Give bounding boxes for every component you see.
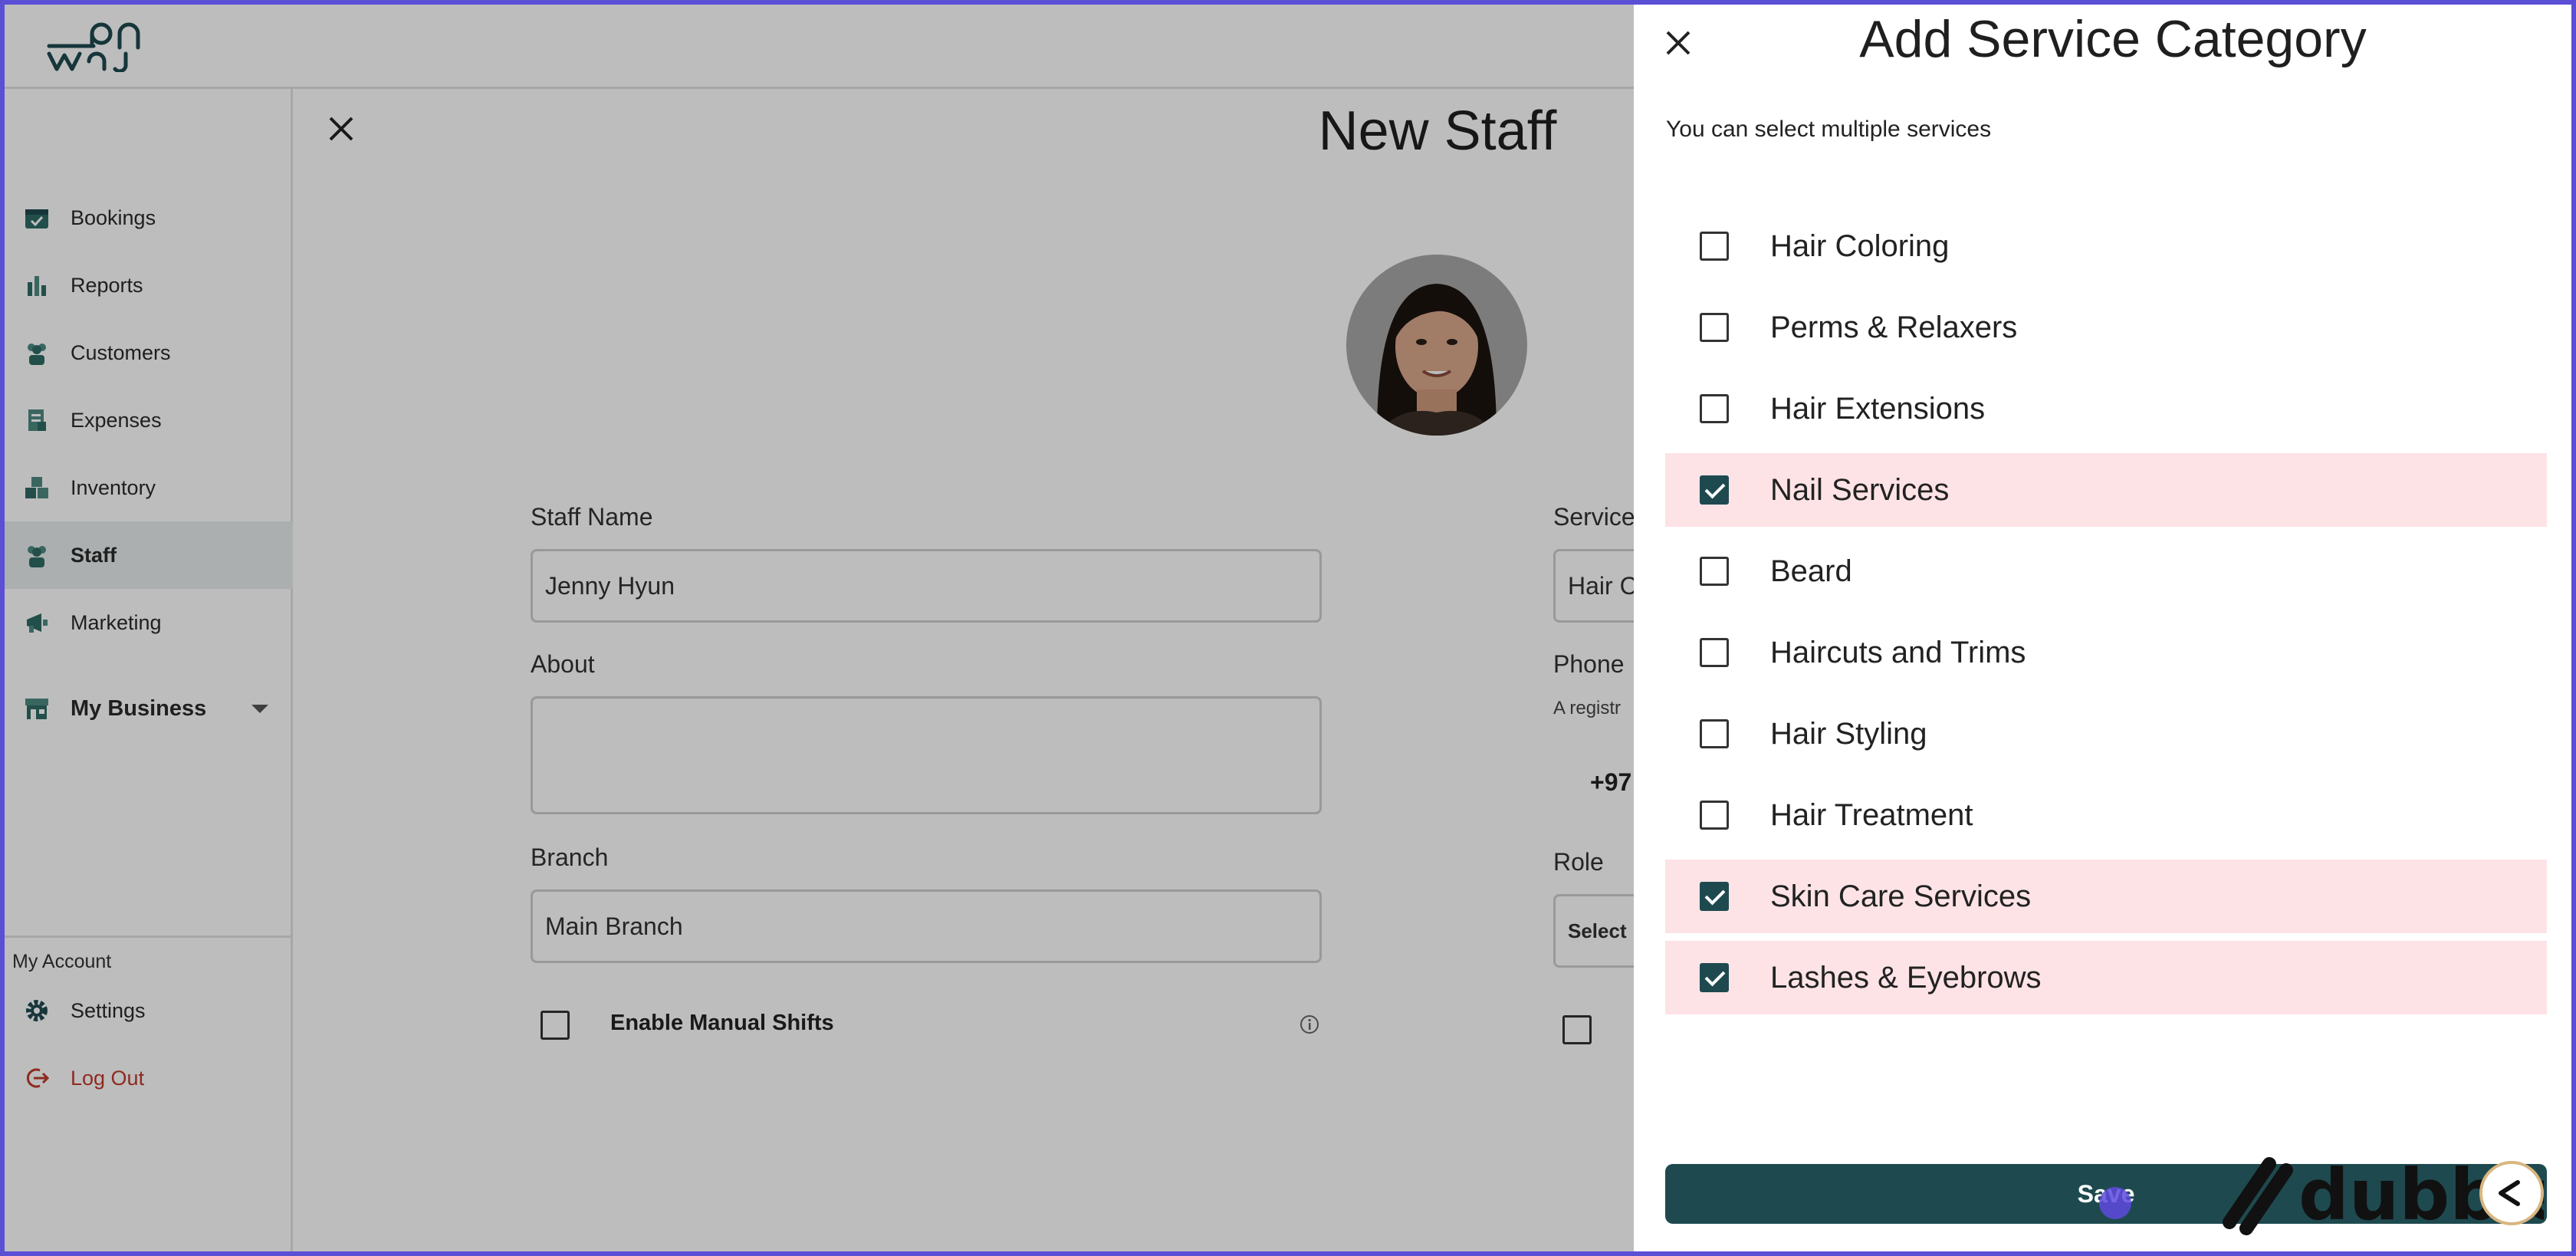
option-label: Perms & Relaxers: [1770, 310, 2018, 344]
option-checkbox-checked[interactable]: [1700, 475, 1729, 505]
option-checkbox[interactable]: [1700, 557, 1729, 586]
modal-overlay[interactable]: [0, 0, 1634, 1256]
option-checkbox[interactable]: [1700, 638, 1729, 667]
option-label: Hair Treatment: [1770, 797, 1973, 832]
option-checkbox-checked[interactable]: [1700, 882, 1729, 911]
option-checkbox[interactable]: [1700, 313, 1729, 342]
option-label: Hair Styling: [1770, 716, 1927, 751]
drawer-title: Add Service Category: [1859, 10, 2367, 68]
mouse-cursor: [2099, 1187, 2131, 1219]
option-label: Beard: [1770, 554, 1852, 588]
option-checkbox[interactable]: [1700, 719, 1729, 748]
option-label: Nail Services: [1770, 472, 1950, 507]
option-label: Lashes & Eyebrows: [1770, 960, 2042, 995]
dubble-watermark: dubble: [2223, 1154, 2544, 1236]
option-checkbox[interactable]: [1700, 394, 1729, 423]
option-checkbox-checked[interactable]: [1700, 963, 1729, 992]
service-option[interactable]: Hair Extensions: [1665, 372, 2547, 446]
option-label: Hair Extensions: [1770, 391, 1986, 426]
option-label: Haircuts and Trims: [1770, 635, 2026, 669]
service-option[interactable]: Hair Coloring: [1665, 209, 2547, 283]
service-category-drawer: Add Service Category You can select mult…: [1634, 0, 2576, 1256]
option-checkbox[interactable]: [1700, 232, 1729, 261]
drawer-subtitle: You can select multiple services: [1666, 117, 1992, 142]
option-checkbox[interactable]: [1700, 801, 1729, 830]
service-option[interactable]: Skin Care Services: [1665, 860, 2547, 933]
service-option[interactable]: Haircuts and Trims: [1665, 616, 2547, 689]
service-option[interactable]: Hair Styling: [1665, 697, 2547, 771]
option-label: Skin Care Services: [1770, 879, 2032, 913]
service-option[interactable]: Hair Treatment: [1665, 778, 2547, 852]
close-icon[interactable]: [1663, 28, 1694, 58]
service-option[interactable]: Perms & Relaxers: [1665, 291, 2547, 364]
service-option[interactable]: Lashes & Eyebrows: [1665, 941, 2547, 1014]
service-option[interactable]: Nail Services: [1665, 453, 2547, 527]
option-label: Hair Coloring: [1770, 229, 1950, 263]
service-option[interactable]: Beard: [1665, 534, 2547, 608]
